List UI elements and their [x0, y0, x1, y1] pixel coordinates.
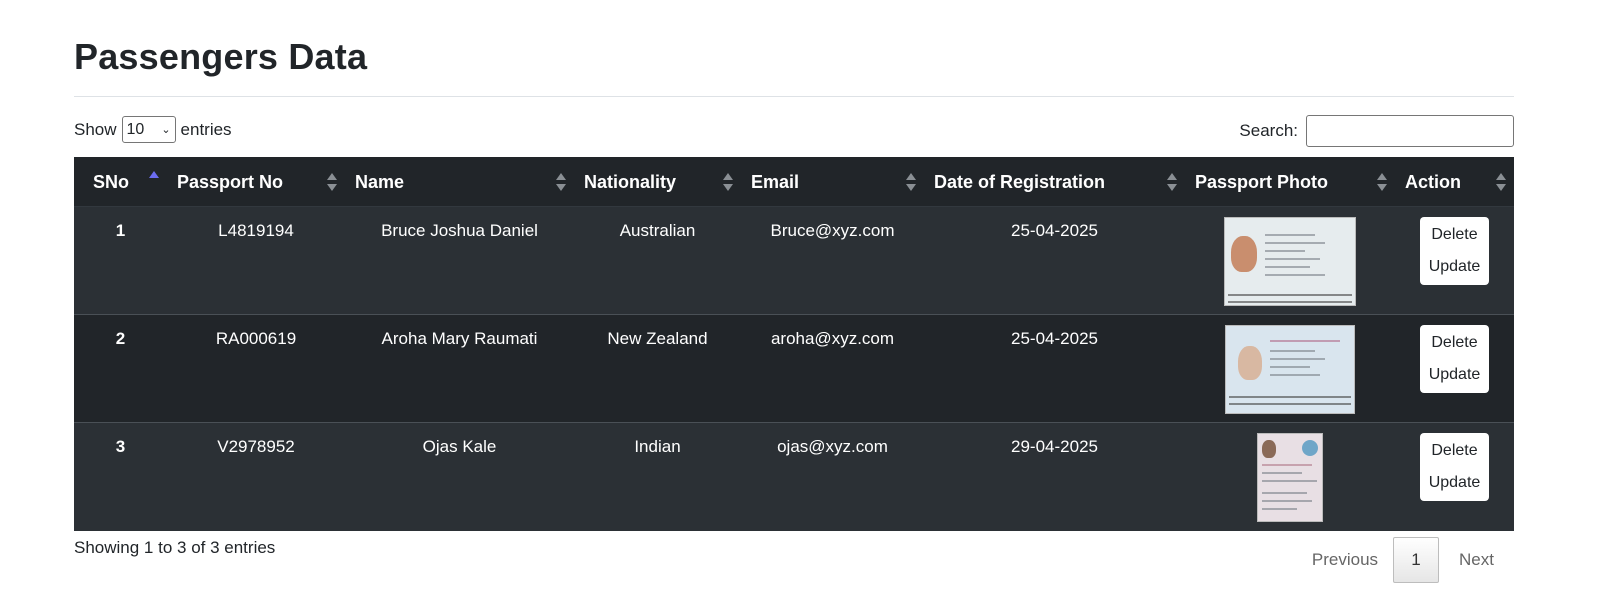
- column-header-action[interactable]: Action: [1395, 157, 1514, 207]
- sort-icon: [1377, 173, 1387, 191]
- column-header-email[interactable]: Email: [741, 157, 924, 207]
- table-info: Showing 1 to 3 of 3 entries: [74, 538, 276, 557]
- sort-icon: [556, 173, 566, 191]
- delete-button[interactable]: Delete: [1431, 442, 1477, 460]
- table-row: 3 V2978952 Ojas Kale Indian ojas@xyz.com…: [74, 423, 1514, 531]
- next-page-button[interactable]: Next: [1439, 550, 1514, 570]
- cell-date: 25-04-2025: [1011, 329, 1098, 348]
- sort-icon: [1496, 173, 1506, 191]
- cell-nationality: New Zealand: [607, 329, 708, 348]
- delete-button[interactable]: Delete: [1431, 226, 1477, 244]
- cell-passport-no: V2978952: [217, 437, 295, 456]
- cell-passport-photo: [1185, 423, 1395, 531]
- cell-sno: 2: [115, 329, 126, 348]
- action-buttons: Delete Update: [1420, 433, 1489, 501]
- search-input[interactable]: [1306, 115, 1514, 147]
- search-control: Search:: [1239, 115, 1514, 147]
- pagination: Previous 1 Next: [1297, 537, 1514, 583]
- cell-email: Bruce@xyz.com: [770, 221, 895, 240]
- passengers-table: SNo Passport No Name Nationality Email D…: [74, 157, 1514, 531]
- table-row: 1 L4819194 Bruce Joshua Daniel Australia…: [74, 207, 1514, 315]
- cell-nationality: Australian: [619, 221, 696, 240]
- table-row: 2 RA000619 Aroha Mary Raumati New Zealan…: [74, 315, 1514, 423]
- entries-select[interactable]: 10 ⌄: [121, 116, 176, 143]
- sort-icon: [327, 173, 337, 191]
- page-button-current[interactable]: 1: [1393, 537, 1440, 583]
- passport-photo-image[interactable]: [1224, 217, 1356, 306]
- update-button[interactable]: Update: [1429, 474, 1481, 492]
- cell-nationality: Indian: [634, 437, 681, 456]
- search-label: Search:: [1239, 121, 1298, 140]
- delete-button[interactable]: Delete: [1431, 334, 1477, 352]
- entries-label: entries: [180, 119, 232, 139]
- cell-name: Aroha Mary Raumati: [381, 329, 538, 348]
- chevron-down-icon: ⌄: [161, 124, 171, 136]
- cell-email: ojas@xyz.com: [777, 437, 888, 456]
- title-divider: [74, 96, 1514, 97]
- entries-select-value: 10: [126, 120, 145, 138]
- cell-name: Ojas Kale: [422, 437, 497, 456]
- column-header-date-of-registration[interactable]: Date of Registration: [924, 157, 1185, 207]
- previous-page-button[interactable]: Previous: [1297, 550, 1393, 570]
- update-button[interactable]: Update: [1429, 258, 1481, 276]
- update-button[interactable]: Update: [1429, 366, 1481, 384]
- cell-passport-photo: [1185, 207, 1395, 315]
- table-header-row: SNo Passport No Name Nationality Email D…: [74, 157, 1514, 207]
- cell-name: Bruce Joshua Daniel: [381, 221, 538, 240]
- cell-date: 25-04-2025: [1011, 221, 1098, 240]
- sort-icon: [906, 173, 916, 191]
- column-header-nationality[interactable]: Nationality: [574, 157, 741, 207]
- entries-length-control: Show 10 ⌄ entries: [74, 116, 232, 143]
- sort-icon: [723, 173, 733, 191]
- cell-passport-no: RA000619: [215, 329, 297, 348]
- action-buttons: Delete Update: [1420, 217, 1489, 285]
- cell-sno: 3: [115, 437, 126, 456]
- cell-date: 29-04-2025: [1011, 437, 1098, 456]
- column-header-name[interactable]: Name: [345, 157, 574, 207]
- sort-ascending-icon: [149, 171, 159, 189]
- show-label: Show: [74, 119, 117, 139]
- column-header-sno[interactable]: SNo: [74, 157, 167, 207]
- cell-action: Delete Update: [1395, 207, 1514, 315]
- cell-email: aroha@xyz.com: [770, 329, 895, 348]
- cell-action: Delete Update: [1395, 423, 1514, 531]
- passport-photo-image[interactable]: [1257, 433, 1323, 522]
- action-buttons: Delete Update: [1420, 325, 1489, 393]
- column-header-passport-no[interactable]: Passport No: [167, 157, 345, 207]
- cell-sno: 1: [115, 221, 126, 240]
- cell-action: Delete Update: [1395, 315, 1514, 423]
- passport-photo-image[interactable]: [1225, 325, 1355, 414]
- page-title: Passengers Data: [74, 36, 368, 77]
- cell-passport-photo: [1185, 315, 1395, 423]
- column-header-passport-photo[interactable]: Passport Photo: [1185, 157, 1395, 207]
- sort-icon: [1167, 173, 1177, 191]
- cell-passport-no: L4819194: [218, 221, 294, 240]
